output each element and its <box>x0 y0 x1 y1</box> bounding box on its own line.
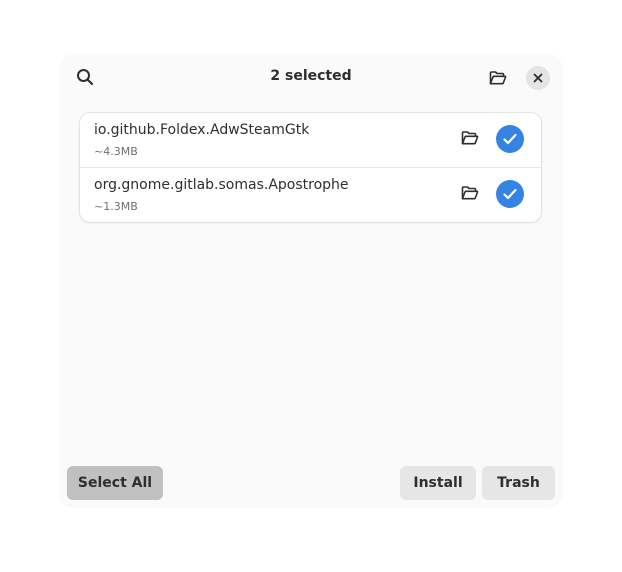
open-app-folder-button[interactable] <box>458 181 482 205</box>
folder-open-icon <box>461 130 479 146</box>
app-size: ~4.3MB <box>94 145 138 158</box>
app-size: ~1.3MB <box>94 200 138 213</box>
list-item[interactable]: org.gnome.gitlab.somas.Apostrophe ~1.3MB <box>80 167 541 222</box>
select-checkbox[interactable] <box>496 180 524 208</box>
folder-open-icon <box>489 70 507 86</box>
select-checkbox[interactable] <box>496 125 524 153</box>
trash-button[interactable]: Trash <box>482 466 555 500</box>
install-button[interactable]: Install <box>400 466 476 500</box>
list-item[interactable]: io.github.Foldex.AdwSteamGtk ~4.3MB <box>80 113 541 167</box>
close-button[interactable] <box>526 66 550 90</box>
close-icon <box>533 73 543 83</box>
app-name: io.github.Foldex.AdwSteamGtk <box>94 122 310 138</box>
open-app-folder-button[interactable] <box>458 126 482 150</box>
folder-open-icon <box>461 185 479 201</box>
select-all-button[interactable]: Select All <box>67 466 163 500</box>
selection-dialog: 2 selected io.github.Foldex.AdwSteamGtk … <box>61 55 561 505</box>
checkmark-icon <box>503 133 517 145</box>
app-list: io.github.Foldex.AdwSteamGtk ~4.3MB org.… <box>80 113 541 222</box>
header-bar: 2 selected <box>61 55 561 101</box>
checkmark-icon <box>503 188 517 200</box>
app-name: org.gnome.gitlab.somas.Apostrophe <box>94 177 349 193</box>
open-folder-button[interactable] <box>484 64 512 92</box>
